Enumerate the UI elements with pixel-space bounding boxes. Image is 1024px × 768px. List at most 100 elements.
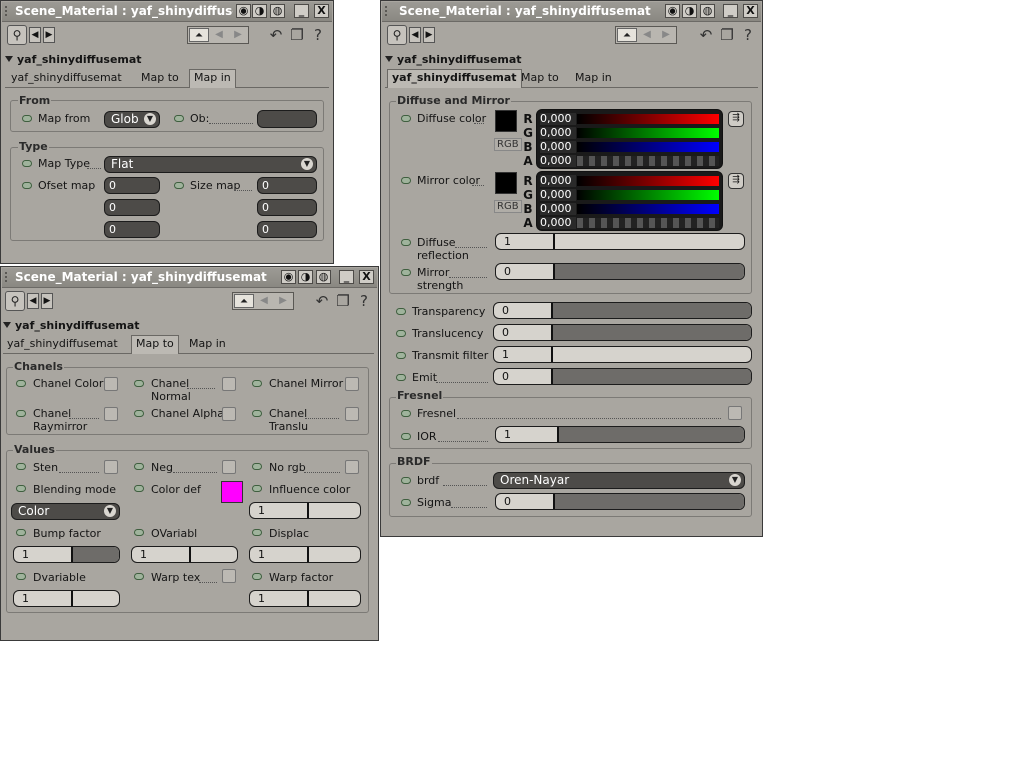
eye-icon[interactable]: ◉ [236,4,251,18]
mirror-g-bar[interactable] [577,190,719,200]
sphere-icon[interactable]: ◑ [298,270,313,284]
ovariabl-toggle[interactable] [134,529,144,536]
diffuse-reflection-slider[interactable]: 1 [495,233,745,250]
tab-material[interactable]: yaf_shinydiffusemat [3,336,122,352]
mirror-color-toggle[interactable] [401,177,411,184]
slider-knob[interactable] [551,347,553,362]
sigma-toggle[interactable] [401,499,411,506]
slider-knob[interactable] [307,591,309,606]
bump-factor-slider[interactable]: 1 [13,546,120,563]
color-def-toggle[interactable] [134,485,144,492]
ovariabl-slider[interactable]: 1 [131,546,238,563]
material-name[interactable]: yaf_shinydiffusemat [385,53,522,66]
ior-toggle[interactable] [401,433,411,440]
color-def-swatch[interactable] [221,481,243,503]
title-bar[interactable]: Scene_Material : yaf_shinydiffusemat ◉ ◑… [382,2,761,22]
diffuse-rgb-tag[interactable]: RGB [494,138,522,151]
help-icon[interactable]: ? [355,292,373,310]
sphere-icon[interactable]: ◑ [252,4,267,18]
magnifier-icon[interactable]: ⚲ [387,25,407,45]
diffuse-r-bar[interactable] [577,114,719,124]
diffuse-link-icon[interactable]: ⇶ [728,111,744,127]
tab-map-in[interactable]: Map in [571,70,616,86]
ofset-x-field[interactable]: 0 [104,177,160,194]
undo-icon[interactable]: ↶ [313,292,331,310]
diffuse-b-value[interactable]: 0,000 [540,141,576,153]
chanel-color-checkbox[interactable] [104,377,118,391]
close-button[interactable]: X [359,270,374,284]
mirror-rgb-tag[interactable]: RGB [494,200,522,213]
brdf-select[interactable]: Oren-Nayar ▼ [493,472,745,489]
emit-toggle[interactable] [396,374,406,381]
forward-arrow-icon[interactable]: ▶ [43,27,55,43]
slider-knob[interactable] [307,547,309,562]
tab-map-in[interactable]: Map in [185,336,230,352]
next-nav-icon[interactable]: ▶ [273,294,293,308]
diffuse-color-swatch[interactable] [495,110,517,132]
size-y-field[interactable]: 0 [257,199,317,216]
mirror-r-bar[interactable] [577,176,719,186]
no-rgb-checkbox[interactable] [345,460,359,474]
transparency-slider[interactable]: 0 [493,302,752,319]
no-rgb-toggle[interactable] [252,463,262,470]
neg-checkbox[interactable] [222,460,236,474]
next-nav-icon[interactable]: ▶ [228,28,248,42]
warp-factor-slider[interactable]: 1 [249,590,361,607]
diffuse-g-bar[interactable] [577,128,719,138]
eye-icon[interactable]: ◉ [665,4,680,18]
back-arrow-icon[interactable]: ◀ [27,293,39,309]
sten-toggle[interactable] [16,463,26,470]
magnifier-icon[interactable]: ⚲ [5,291,25,311]
help-icon[interactable]: ? [309,26,327,44]
ofset-z-field[interactable]: 0 [104,221,160,238]
chanel-mirror-toggle[interactable] [252,380,262,387]
prev-nav-icon[interactable]: ◀ [637,28,657,42]
map-type-select[interactable]: Flat ▼ [104,156,317,173]
mirror-r-value[interactable]: 0,000 [540,175,576,187]
neg-toggle[interactable] [134,463,144,470]
mirror-a-value[interactable]: 0,000 [540,217,576,229]
close-button[interactable]: X [314,4,329,18]
copy-icon[interactable]: ❐ [718,26,736,44]
ob-toggle[interactable] [174,115,184,122]
undo-icon[interactable]: ↶ [697,26,715,44]
link-icon[interactable]: ◍ [316,270,331,284]
material-name[interactable]: yaf_shinydiffusemat [3,319,140,332]
transmit-filter-slider[interactable]: 1 [493,346,752,363]
up-nav-icon[interactable]: ⏶ [234,294,254,308]
chanel-alpha-toggle[interactable] [134,410,144,417]
title-bar[interactable]: Scene_Material : yaf_shinydiffusem... ◉ … [2,2,332,22]
map-from-toggle[interactable] [22,115,32,122]
slider-knob[interactable] [551,325,553,340]
sten-checkbox[interactable] [104,460,118,474]
translucency-toggle[interactable] [396,330,406,337]
undo-icon[interactable]: ↶ [267,26,285,44]
size-x-field[interactable]: 0 [257,177,317,194]
ior-slider[interactable]: 1 [495,426,745,443]
up-nav-icon[interactable]: ⏶ [189,28,209,42]
brdf-toggle[interactable] [401,477,411,484]
chanel-translu-toggle[interactable] [252,410,262,417]
displac-slider[interactable]: 1 [249,546,361,563]
mirror-a-bar[interactable] [577,218,719,228]
diffuse-b-bar[interactable] [577,142,719,152]
minimize-button[interactable]: _ [294,4,309,18]
slider-knob[interactable] [553,234,555,249]
forward-arrow-icon[interactable]: ▶ [423,27,435,43]
slider-knob[interactable] [307,503,309,518]
chanel-mirror-checkbox[interactable] [345,377,359,391]
diffuse-reflection-toggle[interactable] [401,239,411,246]
tab-map-to[interactable]: Map to [137,70,183,86]
warp-factor-toggle[interactable] [252,573,262,580]
size-z-field[interactable]: 0 [257,221,317,238]
mirror-b-bar[interactable] [577,204,719,214]
link-icon[interactable]: ◍ [270,4,285,18]
size-map-toggle[interactable] [174,182,184,189]
map-type-toggle[interactable] [22,160,32,167]
chanel-translu-checkbox[interactable] [345,407,359,421]
dvariable-slider[interactable]: 1 [13,590,120,607]
next-nav-icon[interactable]: ▶ [656,28,676,42]
link-icon[interactable]: ◍ [700,4,715,18]
mirror-color-swatch[interactable] [495,172,517,194]
copy-icon[interactable]: ❐ [288,26,306,44]
